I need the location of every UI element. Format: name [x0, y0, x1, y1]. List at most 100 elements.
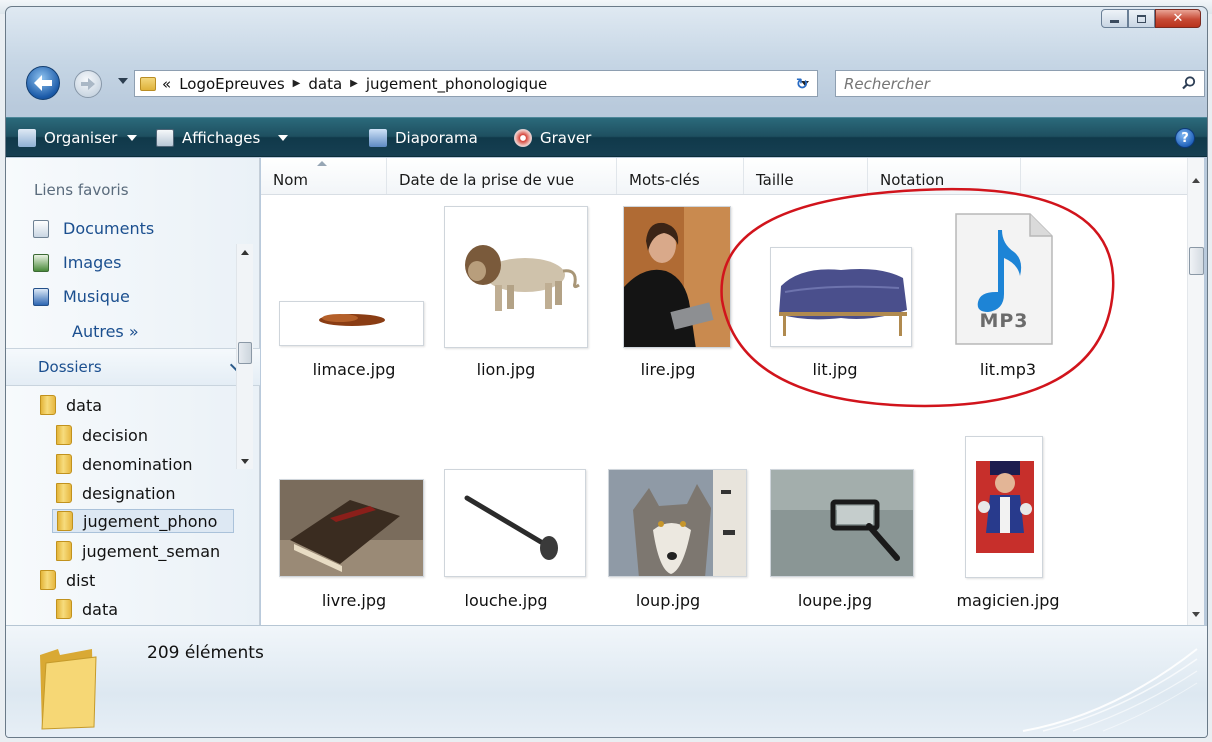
scroll-down-icon[interactable] — [241, 459, 249, 464]
tree-item-dist-data[interactable]: data — [56, 597, 118, 621]
file-item-magicien[interactable]: magicien.jpg — [938, 428, 1078, 623]
file-list-area: Nom Date de la prise de vue Mots-clés Ta… — [261, 158, 1187, 625]
close-button[interactable]: ✕ — [1155, 9, 1201, 28]
tree-item-label: jugement_phono — [83, 511, 218, 531]
file-item-loupe[interactable]: loupe.jpg — [765, 463, 914, 623]
images-icon — [33, 253, 49, 272]
file-item-lire[interactable]: lire.jpg — [598, 198, 738, 398]
recent-pages-dropdown[interactable] — [118, 78, 128, 84]
sidebar-more-link[interactable]: Autres » — [72, 322, 139, 341]
scroll-up-icon[interactable] — [1192, 178, 1200, 183]
help-icon[interactable]: ? — [1175, 128, 1195, 148]
documents-icon — [33, 219, 49, 238]
file-thumbnail — [279, 479, 424, 577]
folders-header[interactable]: Dossiers — [6, 348, 260, 386]
column-header-rating[interactable]: Notation — [868, 158, 1021, 194]
file-name: louche.jpg — [464, 591, 548, 610]
search-input[interactable] — [836, 71, 1166, 96]
tree-item-label: jugement_seman — [82, 541, 221, 561]
sidebar-item-music[interactable]: Musique — [33, 287, 130, 306]
minimize-button[interactable] — [1101, 9, 1128, 28]
views-label: Affichages — [182, 129, 261, 147]
column-header-size[interactable]: Taille — [744, 158, 868, 194]
content-scrollbar[interactable] — [1187, 158, 1204, 625]
breadcrumb-separator-icon[interactable]: ▶ — [293, 78, 301, 89]
column-header-keywords[interactable]: Mots-clés — [617, 158, 744, 194]
tree-item-label: dist — [66, 570, 96, 590]
tree-item-denomination[interactable]: denomination — [56, 452, 193, 476]
details-pane: 209 éléments — [6, 625, 1207, 737]
minimize-icon — [1110, 20, 1119, 23]
organize-menu[interactable]: Organiser — [18, 127, 138, 149]
file-item-lit-mp3[interactable]: MP3 lit.mp3 — [938, 198, 1078, 398]
file-thumbnail — [279, 301, 424, 346]
sidebar-item-documents[interactable]: Documents — [33, 219, 154, 238]
decorative-swoosh — [1022, 648, 1198, 732]
tree-item-jugement-phono[interactable]: jugement_phono — [52, 509, 234, 533]
title-bar: ✕ — [6, 7, 1207, 57]
file-thumbnail — [444, 469, 586, 577]
search-box[interactable] — [835, 70, 1205, 97]
slideshow-button[interactable]: Diaporama — [369, 127, 478, 149]
tree-item-dist[interactable]: dist — [40, 568, 95, 592]
column-header-date[interactable]: Date de la prise de vue — [387, 158, 617, 194]
burn-button[interactable]: Graver — [514, 127, 591, 149]
sidebar-item-images[interactable]: Images — [33, 253, 121, 272]
file-item-limace[interactable]: limace.jpg — [279, 198, 424, 398]
breadcrumb-separator-icon[interactable]: ▶ — [350, 78, 358, 89]
views-icon — [156, 129, 174, 147]
tree-scrollbar[interactable] — [236, 244, 253, 469]
views-menu[interactable]: Affichages — [156, 127, 289, 149]
explorer-window: ✕ « LogoEpreuves ▶ data ▶ jugement_phono… — [5, 6, 1208, 738]
sort-ascending-icon — [317, 161, 327, 166]
tree-item-label: data — [82, 599, 119, 619]
file-name: lire.jpg — [640, 360, 696, 379]
scroll-down-icon[interactable] — [1192, 612, 1200, 617]
back-arrow-icon — [34, 75, 52, 91]
breadcrumb-data[interactable]: data — [308, 75, 342, 93]
search-icon[interactable] — [1182, 76, 1196, 90]
favorites-heading: Liens favoris — [34, 181, 129, 199]
breadcrumb-jugement-phonologique[interactable]: jugement_phonologique — [366, 75, 547, 93]
tree-item-decision[interactable]: decision — [56, 423, 148, 447]
maximize-icon — [1137, 14, 1146, 23]
address-bar[interactable]: « LogoEpreuves ▶ data ▶ jugement_phonolo… — [134, 70, 818, 97]
forward-button[interactable] — [74, 70, 102, 98]
file-item-livre[interactable]: livre.jpg — [279, 463, 424, 623]
back-button[interactable] — [26, 66, 60, 100]
organize-label: Organiser — [44, 129, 118, 147]
file-item-louche[interactable]: louche.jpg — [436, 463, 586, 623]
column-headers: Nom Date de la prise de vue Mots-clés Ta… — [261, 158, 1187, 195]
column-header-name[interactable]: Nom — [261, 158, 387, 194]
maximize-button[interactable] — [1128, 9, 1155, 28]
book-image — [280, 480, 423, 576]
tree-item-jugement-seman[interactable]: jugement_seman — [56, 539, 236, 563]
folder-tree: data decision denomination designation j… — [6, 387, 260, 625]
scroll-thumb[interactable] — [238, 342, 252, 364]
burn-label: Graver — [540, 129, 592, 147]
wolf-image — [609, 470, 746, 576]
folder-icon — [40, 395, 56, 415]
file-name: lit.mp3 — [979, 360, 1037, 379]
folder-icon — [56, 599, 72, 619]
chevron-down-icon — [127, 135, 138, 141]
item-count: 209 éléments — [147, 643, 264, 663]
magnifier-image — [771, 470, 913, 576]
address-overflow[interactable]: « — [162, 75, 171, 93]
file-thumbnail — [444, 206, 588, 348]
file-item-lion[interactable]: lion.jpg — [436, 198, 588, 398]
folder-icon — [140, 76, 156, 91]
scroll-thumb[interactable] — [1189, 247, 1204, 275]
sidebar-item-label: Images — [63, 253, 122, 272]
organize-icon — [18, 129, 36, 147]
file-item-lit-jpg[interactable]: lit.jpg — [765, 198, 912, 398]
scroll-up-icon[interactable] — [241, 250, 249, 255]
tree-item-data[interactable]: data — [40, 393, 102, 417]
folder-icon — [40, 570, 56, 590]
refresh-icon[interactable]: ↻ — [791, 75, 813, 93]
file-name: loupe.jpg — [797, 591, 873, 610]
column-label: Nom — [273, 171, 309, 189]
file-item-loup[interactable]: loup.jpg — [598, 463, 747, 623]
breadcrumb-logoepreuves[interactable]: LogoEpreuves — [179, 75, 284, 93]
tree-item-designation[interactable]: designation — [56, 481, 176, 505]
